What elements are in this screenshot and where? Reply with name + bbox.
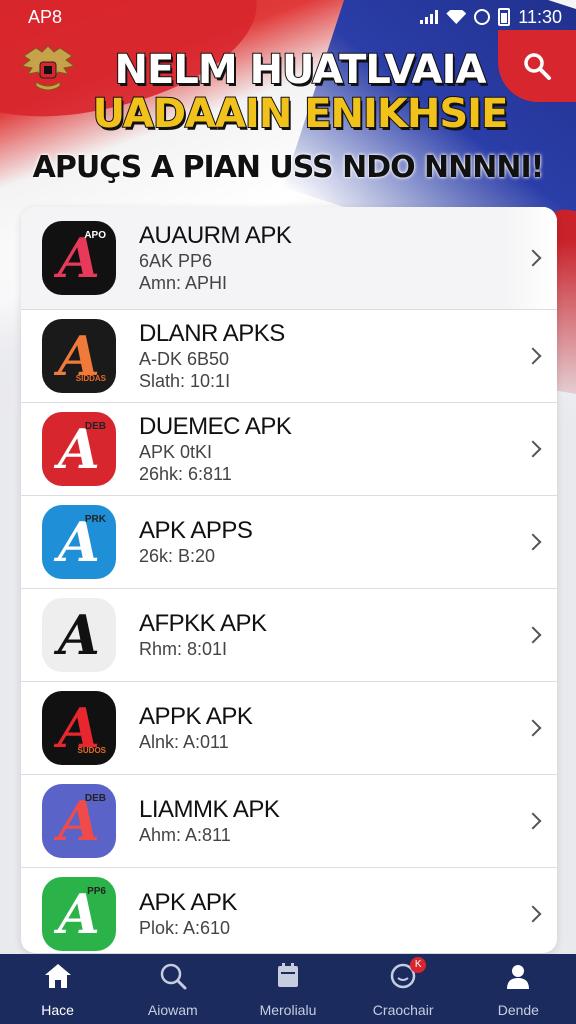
- app-meta: 6AK PP6: [139, 251, 213, 271]
- app-icon-label: PP6: [87, 886, 106, 897]
- app-list-item[interactable]: A DEB DUEMEC APK APK 0tKI 26hk: 6:811: [21, 403, 557, 496]
- nav-label: Craochair: [372, 1001, 434, 1018]
- app-info: DLANR APKS A-DK 6B50 Slath: 10:1I: [139, 320, 557, 392]
- status-bar: AP8 11:30: [0, 0, 576, 34]
- nav-item-chat[interactable]: K Craochair: [346, 956, 461, 1018]
- app-info: LIAMMK APK Ahm: A:811: [139, 796, 557, 846]
- app-name: AUAURM APK: [139, 222, 292, 249]
- chat-icon: K: [388, 956, 427, 996]
- app-icon: A SUDOS: [42, 691, 116, 765]
- app-icon: A APO: [42, 221, 116, 295]
- app-icon: A SIDDAS: [42, 319, 116, 393]
- search-icon: [158, 961, 188, 996]
- app-icon: A PP6: [42, 877, 116, 951]
- app-info: APPK APK Alnk: A:011: [139, 703, 557, 753]
- search-button[interactable]: [498, 30, 576, 102]
- app-icon-label: APO: [84, 230, 106, 241]
- app-meta: Plok: A:610: [139, 918, 231, 938]
- app-name: AFPKK APK: [139, 610, 267, 637]
- app-icon: A DEB: [42, 412, 116, 486]
- garuda-emblem-icon: [16, 38, 80, 102]
- alarm-icon: [474, 9, 491, 25]
- nav-label: Merolialu: [259, 1001, 317, 1018]
- app-meta-secondary: 26hk: 6:811: [139, 464, 232, 484]
- app-list-item[interactable]: A APO AUAURM APK 6AK PP6 Amn: APHI: [21, 207, 557, 310]
- banner-title-line2: UADAAIN ENIKHSIE: [92, 91, 510, 137]
- app-icon: A: [42, 598, 116, 672]
- app-info: DUEMEC APK APK 0tKI 26hk: 6:811: [139, 413, 557, 485]
- app-meta: A-DK 6B50: [139, 349, 230, 369]
- status-icons: 11:30: [420, 7, 562, 28]
- app-icon-label: DEB: [84, 421, 106, 432]
- app-name: DUEMEC APK: [139, 413, 292, 440]
- banner-subtitle: APUÇS A PIAN USS NDO NNNNI!: [32, 150, 545, 185]
- nav-item-home[interactable]: Hace: [0, 961, 115, 1018]
- app-name: DLANR APKS: [139, 320, 285, 347]
- app-icon-sublabel: SUDOS: [77, 746, 106, 755]
- app-list-item[interactable]: A PRK APK APPS 26k: B:20: [21, 496, 557, 589]
- nav-item-profile[interactable]: Dende: [461, 961, 576, 1018]
- home-icon: [43, 961, 73, 996]
- app-icon: A DEB: [42, 784, 116, 858]
- nav-label: Hace: [41, 1001, 74, 1018]
- app-name: APPK APK: [139, 703, 253, 730]
- wifi-icon: [446, 10, 467, 24]
- app-list-item[interactable]: A SIDDAS DLANR APKS A-DK 6B50 Slath: 10:1I: [21, 310, 557, 403]
- app-meta-secondary: Slath: 10:1I: [139, 371, 231, 391]
- battery-icon: [498, 8, 511, 26]
- app-icon-label: PRK: [84, 514, 106, 525]
- app-meta: Rhm: 8:01I: [139, 639, 228, 659]
- search-icon: [524, 53, 551, 80]
- nav-item-search[interactable]: Aiowam: [115, 961, 230, 1018]
- app-icon: A PRK: [42, 505, 116, 579]
- app-icon-label: DEB: [84, 793, 106, 804]
- app-list-item[interactable]: A DEB LIAMMK APK Ahm: A:811: [21, 775, 557, 868]
- app-list: A APO AUAURM APK 6AK PP6 Amn: APHI A SIDDAS DLA…: [21, 207, 557, 953]
- nav-label: Dende: [497, 1001, 539, 1018]
- app-meta: APK 0tKI: [139, 442, 213, 462]
- notification-badge: K: [410, 956, 427, 973]
- banner-title-line1: NELM HUATLVAIA: [114, 47, 488, 93]
- status-time: 11:30: [518, 6, 562, 27]
- app-list-item[interactable]: A PP6 APK APK Plok: A:610: [21, 868, 557, 953]
- app-logo-glyph: A: [58, 603, 100, 667]
- profile-icon: [503, 961, 533, 996]
- bottom-navigation: Hace Aiowam Merolialu K Craochair Dende: [0, 954, 576, 1024]
- app-info: APK APK Plok: A:610: [139, 889, 557, 939]
- app-name: APK APK: [139, 889, 237, 916]
- app-info: AUAURM APK 6AK PP6 Amn: APHI: [139, 222, 557, 294]
- app-icon-sublabel: SIDDAS: [75, 374, 106, 383]
- app-meta: Alnk: A:011: [139, 732, 229, 752]
- folder-icon: [273, 961, 303, 996]
- app-name: APK APPS: [139, 517, 253, 544]
- app-list-item[interactable]: A AFPKK APK Rhm: 8:01I: [21, 589, 557, 682]
- signal-icon: [420, 10, 439, 24]
- app-meta-secondary: Amn: APHI: [139, 273, 228, 293]
- app-meta: Ahm: A:811: [139, 825, 231, 845]
- status-left-text: AP8: [28, 6, 63, 27]
- nav-item-folder[interactable]: Merolialu: [230, 961, 345, 1018]
- app-info: APK APPS 26k: B:20: [139, 517, 557, 567]
- app-name: LIAMMK APK: [139, 796, 280, 823]
- app-info: AFPKK APK Rhm: 8:01I: [139, 610, 557, 660]
- banner-title: NELM HUATLVAIA UADAAIN ENIKHSIE: [90, 47, 510, 137]
- app-meta: 26k: B:20: [139, 546, 216, 566]
- nav-label: Aiowam: [147, 1001, 198, 1018]
- app-list-item[interactable]: A SUDOS APPK APK Alnk: A:011: [21, 682, 557, 775]
